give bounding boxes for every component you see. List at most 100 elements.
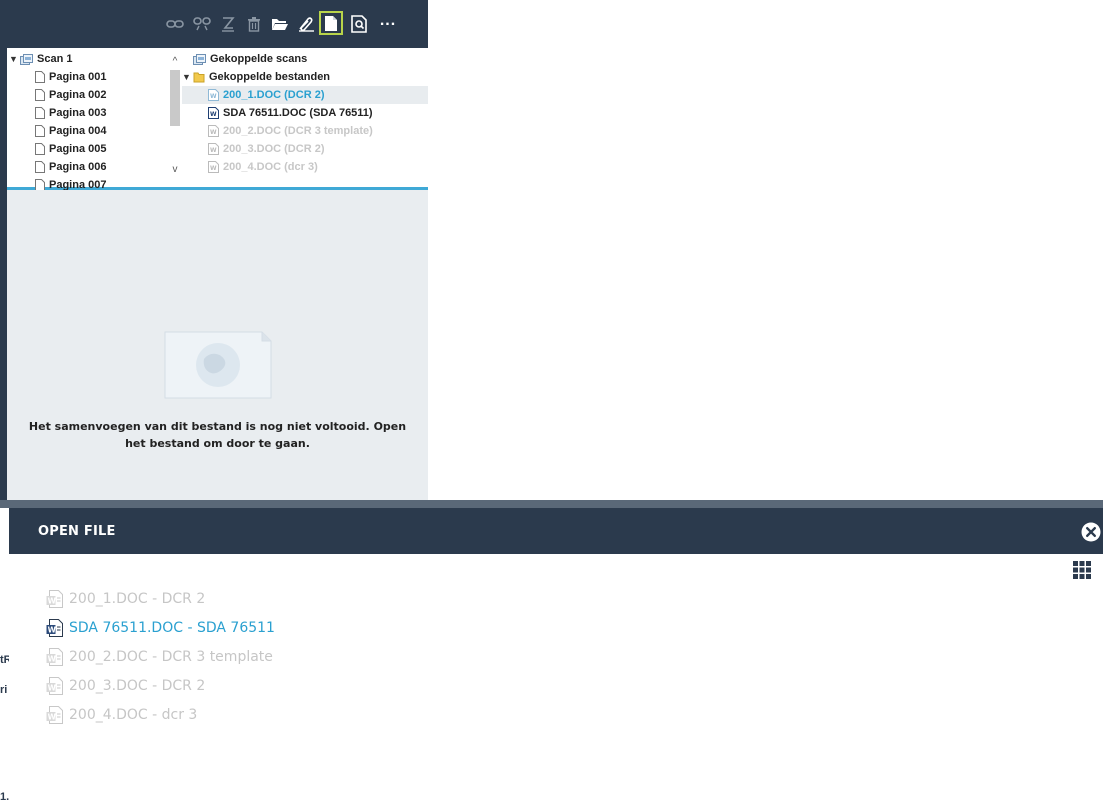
- svg-text:W: W: [48, 684, 57, 693]
- svg-text:W: W: [48, 597, 57, 606]
- expand-arrow-icon[interactable]: ▼: [9, 54, 20, 64]
- scroll-up-icon[interactable]: ^: [169, 56, 181, 68]
- linked-file-item[interactable]: W 200_4.DOC (dcr 3): [208, 158, 318, 176]
- scan-tree: ▼ Scan 1 Pagina 001 Pagina 002 Pagina 00…: [9, 50, 169, 190]
- word-doc-icon: W: [208, 125, 219, 137]
- more-options-button[interactable]: ...: [373, 10, 403, 32]
- file-name-label: 200_2.DOC - DCR 3 template: [69, 649, 273, 665]
- scan-page-label: Pagina 004: [49, 125, 107, 137]
- file-name-label: 200_3.DOC - DCR 2: [69, 678, 206, 694]
- scan-page-label: Pagina 003: [49, 107, 107, 119]
- document-panel: ... ▼ Scan 1 Pagina 001 Pagina 002 Pagin…: [0, 0, 428, 500]
- scan-root-label: Scan 1: [37, 53, 73, 65]
- linked-file-item[interactable]: W 200_2.DOC (DCR 3 template): [208, 122, 373, 140]
- file-name-label: 200_4.DOC - dcr 3: [69, 707, 198, 723]
- svg-text:W: W: [210, 93, 217, 100]
- expand-arrow-icon[interactable]: ▼: [182, 72, 193, 82]
- app-window: ... ▼ Scan 1 Pagina 001 Pagina 002 Pagin…: [0, 0, 1103, 805]
- page-icon: [35, 125, 45, 137]
- word-doc-icon: W: [208, 161, 219, 173]
- svg-text:W: W: [210, 111, 217, 118]
- word-doc-icon: W: [46, 619, 64, 637]
- linked-scans-node[interactable]: Gekoppelde scans: [193, 50, 307, 68]
- scan-page-label: Pagina 007: [49, 179, 107, 190]
- scan-page-item[interactable]: Pagina 007: [35, 176, 106, 190]
- dialog-header: OPEN FILE: [9, 508, 1103, 554]
- unlink-icon[interactable]: [191, 13, 213, 35]
- grid-view-icon[interactable]: [1072, 560, 1092, 580]
- open-file-dialog: OPEN FILE W 200_1.DOC - DCR 2 W SDA 7651…: [9, 508, 1103, 805]
- file-name-label: SDA 76511.DOC - SDA 76511: [69, 620, 275, 636]
- svg-text:W: W: [210, 147, 217, 154]
- linked-file-item[interactable]: W SDA 76511.DOC (SDA 76511): [208, 104, 373, 122]
- linked-tree: Gekoppelde scans ▼ Gekoppelde bestanden …: [182, 50, 428, 190]
- folder-open-icon[interactable]: [269, 13, 291, 35]
- word-doc-icon: W: [208, 107, 219, 119]
- word-doc-icon: W: [208, 143, 219, 155]
- file-list-item[interactable]: W SDA 76511.DOC - SDA 76511: [46, 617, 275, 639]
- svg-text:W: W: [48, 655, 57, 664]
- dialog-title: OPEN FILE: [38, 524, 116, 539]
- attach-icon[interactable]: [295, 13, 317, 35]
- scan-page-item[interactable]: Pagina 006: [35, 158, 106, 176]
- scan-tree-root[interactable]: ▼ Scan 1: [9, 50, 72, 68]
- file-list-item[interactable]: W 200_4.DOC - dcr 3: [46, 704, 197, 726]
- link-icon[interactable]: [164, 13, 186, 35]
- linked-files-node[interactable]: ▼ Gekoppelde bestanden: [182, 68, 330, 86]
- linked-files-label: Gekoppelde bestanden: [209, 71, 331, 83]
- linked-scans-label: Gekoppelde scans: [210, 53, 308, 65]
- document-icon[interactable]: [319, 11, 343, 35]
- word-doc-icon: W: [46, 706, 64, 724]
- scan-page-item[interactable]: Pagina 002: [35, 86, 106, 104]
- file-name-label: 200_1.DOC - DCR 2: [69, 591, 206, 607]
- scan-tree-scrollbar[interactable]: ^ v: [169, 48, 181, 188]
- preview-area: Het samenvoegen van dit bestand is nog n…: [7, 193, 428, 500]
- background-text-fragment: 1.: [0, 791, 10, 803]
- word-doc-icon: W: [208, 89, 219, 101]
- trash-icon[interactable]: [243, 13, 265, 35]
- scan-page-label: Pagina 006: [49, 161, 107, 173]
- svg-text:W: W: [210, 129, 217, 136]
- page-icon: [35, 107, 45, 119]
- file-list-item[interactable]: W 200_1.DOC - DCR 2: [46, 588, 205, 610]
- scan-page-item[interactable]: Pagina 005: [35, 140, 106, 158]
- linked-file-label: 200_1.DOC (DCR 2): [223, 89, 325, 101]
- word-doc-icon: W: [46, 590, 64, 608]
- file-list-item[interactable]: W 200_2.DOC - DCR 3 template: [46, 646, 273, 668]
- dialog-top-border: [0, 500, 1103, 508]
- linked-file-label: SDA 76511.DOC (SDA 76511): [223, 107, 373, 119]
- linked-file-item[interactable]: W 200_3.DOC (DCR 2): [208, 140, 324, 158]
- scan-page-item[interactable]: Pagina 004: [35, 122, 106, 140]
- scan-page-label: Pagina 002: [49, 89, 107, 101]
- svg-text:W: W: [210, 165, 217, 172]
- page-icon: [35, 89, 45, 101]
- scrollbar-thumb[interactable]: [170, 70, 180, 126]
- background-left-edge: tR ri 1.: [0, 500, 12, 805]
- page-icon: [35, 71, 45, 83]
- search-document-icon[interactable]: [348, 13, 370, 35]
- svg-text:W: W: [48, 713, 57, 722]
- page-icon: [35, 161, 45, 173]
- scan-page-item[interactable]: Pagina 001: [35, 68, 106, 86]
- linked-file-label: 200_4.DOC (dcr 3): [223, 161, 318, 173]
- scan-page-label: Pagina 005: [49, 143, 107, 155]
- linked-file-label: 200_3.DOC (DCR 2): [223, 143, 325, 155]
- tree-area: ▼ Scan 1 Pagina 001 Pagina 002 Pagina 00…: [7, 48, 428, 190]
- background-text-fragment: ri: [0, 684, 8, 696]
- word-doc-icon: W: [46, 677, 64, 695]
- scroll-down-icon[interactable]: v: [169, 164, 181, 176]
- svg-text:W: W: [48, 626, 57, 635]
- close-icon[interactable]: [1081, 522, 1101, 542]
- rename-icon[interactable]: [217, 13, 239, 35]
- scan-page-item[interactable]: Pagina 003: [35, 104, 106, 122]
- file-list-item[interactable]: W 200_3.DOC - DCR 2: [46, 675, 205, 697]
- word-doc-icon: W: [46, 648, 64, 666]
- page-icon: [35, 179, 45, 190]
- scan-icon: [20, 53, 33, 65]
- toolbar: ...: [7, 0, 428, 48]
- page-icon: [35, 143, 45, 155]
- scan-page-label: Pagina 001: [49, 71, 107, 83]
- folder-icon: [193, 71, 205, 83]
- linked-file-label: 200_2.DOC (DCR 3 template): [223, 125, 373, 137]
- linked-file-item[interactable]: W 200_1.DOC (DCR 2): [182, 86, 428, 104]
